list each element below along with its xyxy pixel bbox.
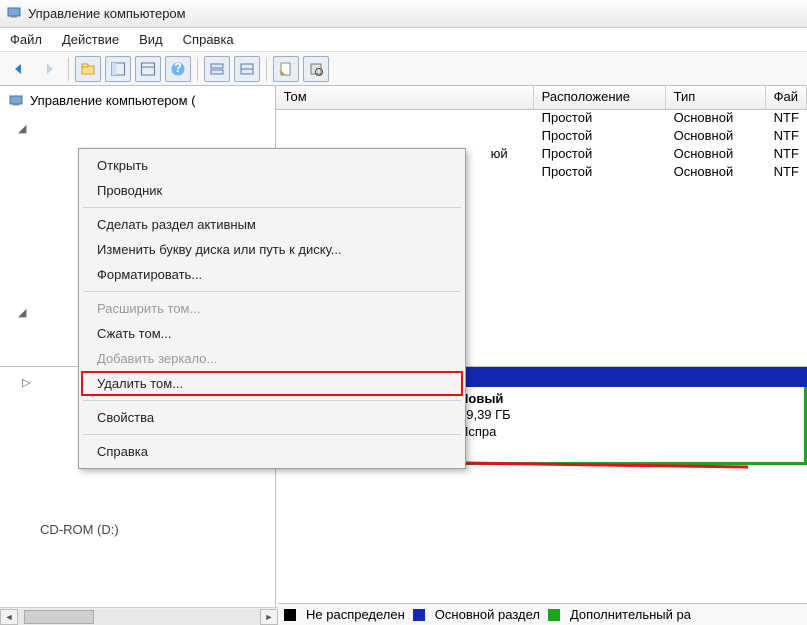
scroll-left-button[interactable]: ◄ [0, 609, 18, 625]
ctx-extend: Расширить том... [81, 296, 463, 321]
view1-button[interactable] [204, 56, 230, 82]
detail-button[interactable] [135, 56, 161, 82]
tree-root[interactable]: Управление компьютером ( [0, 86, 275, 114]
ctx-separator [83, 434, 461, 435]
scroll-right-button[interactable]: ► [260, 609, 278, 625]
tree-expander[interactable]: ◢ [18, 122, 26, 135]
help-button[interactable]: ? [165, 56, 191, 82]
titlebar: Управление компьютером [0, 0, 807, 28]
view2-button[interactable] [234, 56, 260, 82]
menu-help[interactable]: Справка [183, 32, 234, 47]
separator [68, 57, 69, 81]
toolbar: ? [0, 52, 807, 86]
up-button[interactable] [75, 56, 101, 82]
legend: Не распределен Основной раздел Дополните… [278, 603, 807, 625]
svg-text:?: ? [174, 61, 182, 75]
table-row[interactable]: ПростойОсновнойNTF [276, 110, 807, 128]
forward-button[interactable] [36, 56, 62, 82]
ctx-mirror: Добавить зеркало... [81, 346, 463, 371]
ctx-change-letter[interactable]: Изменить букву диска или путь к диску... [81, 237, 463, 262]
ctx-separator [83, 400, 461, 401]
col-volume[interactable]: Том [276, 86, 534, 109]
swatch-unallocated [284, 609, 296, 621]
swatch-extra [548, 609, 560, 621]
ctx-open[interactable]: Открыть [81, 153, 463, 178]
window-title: Управление компьютером [28, 6, 186, 21]
ctx-separator [83, 207, 461, 208]
ctx-format[interactable]: Форматировать... [81, 262, 463, 287]
col-fs[interactable]: Фай [766, 86, 807, 109]
separator [266, 57, 267, 81]
cd-rom-row[interactable]: CD-ROM (D:) [40, 522, 119, 537]
ctx-separator [83, 291, 461, 292]
ctx-shrink[interactable]: Сжать том... [81, 321, 463, 346]
swatch-primary [413, 609, 425, 621]
menubar: Файл Действие Вид Справка [0, 28, 807, 52]
ctx-explorer[interactable]: Проводник [81, 178, 463, 203]
col-layout[interactable]: Расположение [534, 86, 666, 109]
app-icon [6, 4, 22, 23]
tree-root-label: Управление компьютером ( [30, 93, 196, 108]
scroll-thumb[interactable] [24, 610, 94, 624]
partition-new-selected[interactable]: Новый 59,39 ГБ Испра [450, 387, 807, 465]
col-type[interactable]: Тип [666, 86, 766, 109]
scroll-track[interactable] [18, 609, 260, 625]
back-button[interactable] [6, 56, 32, 82]
ctx-help[interactable]: Справка [81, 439, 463, 464]
panel-button[interactable] [105, 56, 131, 82]
context-menu: Открыть Проводник Сделать раздел активны… [78, 148, 466, 469]
refresh-button[interactable] [303, 56, 329, 82]
menu-view[interactable]: Вид [139, 32, 163, 47]
ctx-properties[interactable]: Свойства [81, 405, 463, 430]
ctx-make-active[interactable]: Сделать раздел активным [81, 212, 463, 237]
menu-action[interactable]: Действие [62, 32, 119, 47]
separator [197, 57, 198, 81]
table-row[interactable]: ПростойОсновнойNTF [276, 128, 807, 146]
menu-file[interactable]: Файл [10, 32, 42, 47]
props-button[interactable] [273, 56, 299, 82]
ctx-delete-volume[interactable]: Удалить том... [81, 371, 463, 396]
volume-table-header: Том Расположение Тип Фай [276, 86, 807, 110]
tree-expander[interactable]: ◢ [18, 306, 26, 319]
tree-hscrollbar[interactable]: ◄ ► [0, 607, 278, 625]
row-tail: юй [491, 146, 508, 161]
